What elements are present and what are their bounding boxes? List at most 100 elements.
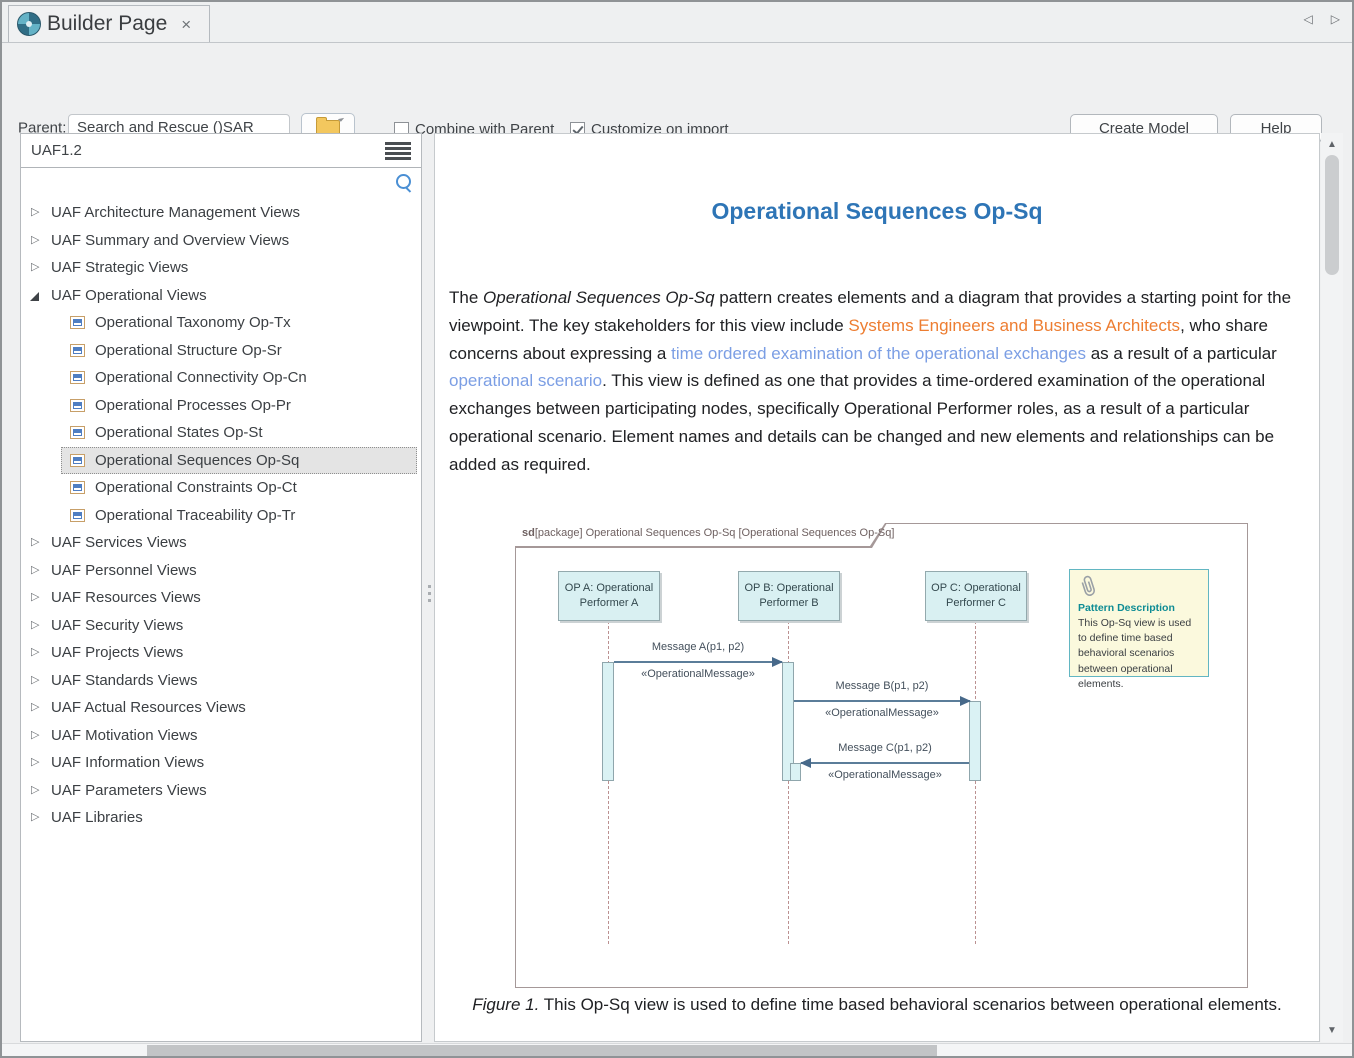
sidebar-item-uaf-standards-views[interactable]: ▷ UAF Standards Views — [21, 667, 421, 695]
sidebar-item-operational-constraints-op-ct[interactable]: Operational Constraints Op-Ct — [21, 474, 421, 502]
sidebar-item-operational-processes-op-pr[interactable]: Operational Processes Op-Pr — [21, 392, 421, 420]
frame-label-text: [package] Operational Sequences Op-Sq [O… — [535, 527, 895, 539]
tree-leaf-label: Operational Traceability Op-Tr — [95, 502, 295, 530]
tree-leaf-label: Operational Sequences Op-Sq — [95, 447, 299, 475]
document-panel: Operational Sequences Op-Sq The Operatio… — [434, 133, 1320, 1042]
tree-group-label: UAF Standards Views — [51, 667, 197, 695]
sidebar-item-uaf-summary-and-overview-views[interactable]: ▷ UAF Summary and Overview Views — [21, 227, 421, 255]
tree-group-label: UAF Parameters Views — [51, 777, 207, 805]
tab-builder-page[interactable]: Builder Page × — [8, 5, 210, 42]
horizontal-scrollbar-thumb[interactable] — [147, 1045, 937, 1056]
expand-arrow-icon[interactable]: ▷ — [31, 529, 39, 557]
expand-arrow-icon[interactable]: ▷ — [31, 557, 39, 585]
arrowhead-left-icon — [800, 758, 811, 768]
lifeline-head-b: OP B: Operational Performer B — [738, 571, 840, 621]
pattern-tree-panel: UAF1.2 ▷ UAF Architecture Management View… — [20, 133, 422, 1042]
lifeline-c — [975, 621, 976, 944]
tab-scroll-left-icon[interactable]: ◁ — [1304, 12, 1313, 26]
expand-arrow-icon[interactable]: ▷ — [31, 584, 39, 612]
expand-arrow-icon[interactable]: ▷ — [31, 227, 39, 255]
sidebar-item-operational-states-op-st[interactable]: Operational States Op-St — [21, 419, 421, 447]
scroll-up-icon[interactable]: ▲ — [1321, 139, 1343, 150]
sidebar-item-uaf-libraries[interactable]: ▷UAF Libraries — [21, 804, 421, 832]
activation-bar-a — [602, 662, 614, 781]
expand-arrow-icon[interactable]: ▷ — [31, 777, 39, 805]
expand-arrow-icon[interactable]: ▷ — [31, 749, 39, 777]
sidebar-item-operational-sequences-op-sq[interactable]: Operational Sequences Op-Sq — [21, 447, 421, 475]
expand-arrow-icon[interactable]: ▷ — [31, 639, 39, 667]
expand-arrow-icon[interactable]: ▷ — [31, 199, 39, 227]
description-paragraph: The Operational Sequences Op-Sq pattern … — [449, 284, 1307, 479]
expand-arrow-icon[interactable]: ▷ — [31, 722, 39, 750]
paragraph-orange-text: Systems Engineers and Business Architect… — [848, 316, 1180, 335]
tree-group-label: UAF Services Views — [51, 529, 187, 557]
lifeline-head-a: OP A: Operational Performer A — [558, 571, 660, 621]
frame-label: sd[package] Operational Sequences Op-Sq … — [522, 527, 894, 539]
search-icon[interactable] — [396, 174, 411, 189]
sidebar-item-operational-structure-op-sr[interactable]: Operational Structure Op-Sr — [21, 337, 421, 365]
expand-arrow-icon[interactable]: ▷ — [31, 804, 39, 832]
figure-number: Figure 1. — [472, 995, 539, 1014]
tree-group-label: UAF Strategic Views — [51, 254, 188, 282]
tab-title: Builder Page — [47, 12, 167, 36]
scroll-down-icon[interactable]: ▼ — [1321, 1025, 1343, 1036]
sidebar-item-uaf-actual-resources-views[interactable]: ▷UAF Actual Resources Views — [21, 694, 421, 722]
tree-leaf-label: Operational States Op-St — [95, 419, 263, 447]
expand-arrow-icon[interactable]: ▷ — [31, 254, 39, 282]
paragraph-text: The — [449, 288, 483, 307]
sidebar-item-uaf-strategic-views[interactable]: ▷ UAF Strategic Views — [21, 254, 421, 282]
sidebar-item-uaf-projects-views[interactable]: ▷ UAF Projects Views — [21, 639, 421, 667]
sidebar-item-uaf-security-views[interactable]: ▷ UAF Security Views — [21, 612, 421, 640]
figure-caption: Figure 1. This Op-Sq view is used to def… — [435, 995, 1319, 1015]
arrowhead-right-icon — [772, 657, 783, 667]
tree-group-label: UAF Summary and Overview Views — [51, 227, 289, 255]
splitter-grip-icon — [428, 585, 431, 606]
sidebar-item-operational-taxonomy-op-tx[interactable]: Operational Taxonomy Op-Tx — [21, 309, 421, 337]
tree-group-label: UAF Operational Views — [51, 282, 207, 310]
panel-splitter[interactable] — [424, 133, 434, 1042]
tree-group-label: UAF Architecture Management Views — [51, 199, 300, 227]
tab-scroll-right-icon[interactable]: ▷ — [1331, 12, 1340, 26]
collapse-arrow-icon[interactable] — [30, 292, 39, 301]
tree-group-label: UAF Personnel Views — [51, 557, 197, 585]
paragraph-blue-text: operational scenario — [449, 371, 602, 390]
expand-arrow-icon[interactable]: ▷ — [31, 612, 39, 640]
close-icon[interactable]: × — [181, 16, 191, 33]
tree-group-label: UAF Resources Views — [51, 584, 201, 612]
figure-text: This Op-Sq view is used to define time b… — [544, 995, 1282, 1014]
tree-group-label: UAF Security Views — [51, 612, 183, 640]
expand-arrow-icon[interactable]: ▷ — [31, 667, 39, 695]
builder-toolbar: Parent: Combine with Parent Customize on… — [2, 43, 1352, 127]
sidebar-item-uaf-parameters-views[interactable]: ▷ UAF Parameters Views — [21, 777, 421, 805]
builder-page-window: Builder Page × ◁ ▷ Parent: Combine with … — [0, 0, 1354, 1058]
sidebar-item-uaf-architecture-management-views[interactable]: ▷ UAF Architecture Management Views — [21, 199, 421, 227]
tree-search-row[interactable] — [21, 168, 421, 198]
message-a: Message A(p1, p2) «OperationalMessage» — [614, 641, 782, 680]
tree-leaf-label: Operational Constraints Op-Ct — [95, 474, 297, 502]
diagram-pattern-icon — [70, 316, 85, 329]
lifeline-head-c: OP C: Operational Performer C — [925, 571, 1027, 621]
tree-panel-header: UAF1.2 — [21, 134, 421, 168]
page-title: Operational Sequences Op-Sq — [435, 198, 1319, 225]
sidebar-item-uaf-motivation-views[interactable]: ▷UAF Motivation Views — [21, 722, 421, 750]
message-b: Message B(p1, p2) «OperationalMessage» — [794, 680, 970, 719]
pattern-description-note: Pattern Description This Op-Sq view is u… — [1069, 569, 1209, 677]
model-wizard-icon — [17, 12, 41, 36]
sidebar-item-uaf-personnel-views[interactable]: ▷ UAF Personnel Views — [21, 557, 421, 585]
tree-leaf-label: Operational Structure Op-Sr — [95, 337, 282, 365]
sidebar-item-operational-connectivity-op-cn[interactable]: Operational Connectivity Op-Cn — [21, 364, 421, 392]
sidebar-item-uaf-resources-views[interactable]: ▷ UAF Resources Views — [21, 584, 421, 612]
menu-icon[interactable] — [385, 142, 411, 160]
tree-group-label: UAF Projects Views — [51, 639, 183, 667]
sidebar-item-uaf-services-views[interactable]: ▷ UAF Services Views — [21, 529, 421, 557]
note-title: Pattern Description — [1078, 602, 1200, 614]
expand-arrow-icon[interactable]: ▷ — [31, 694, 39, 722]
paperclip-icon — [1073, 571, 1104, 603]
tree-leaf-label: Operational Processes Op-Pr — [95, 392, 291, 420]
sidebar-item-operational-traceability-op-tr[interactable]: Operational Traceability Op-Tr — [21, 502, 421, 530]
tree-framework-label: UAF1.2 — [31, 134, 82, 167]
vertical-scrollbar-thumb[interactable] — [1325, 155, 1339, 275]
sidebar-item-uaf-information-views[interactable]: ▷UAF Information Views — [21, 749, 421, 777]
sidebar-item-uaf-operational-views[interactable]: UAF Operational Views — [21, 282, 421, 310]
sequence-diagram-preview: sd[package] Operational Sequences Op-Sq … — [515, 523, 1248, 988]
